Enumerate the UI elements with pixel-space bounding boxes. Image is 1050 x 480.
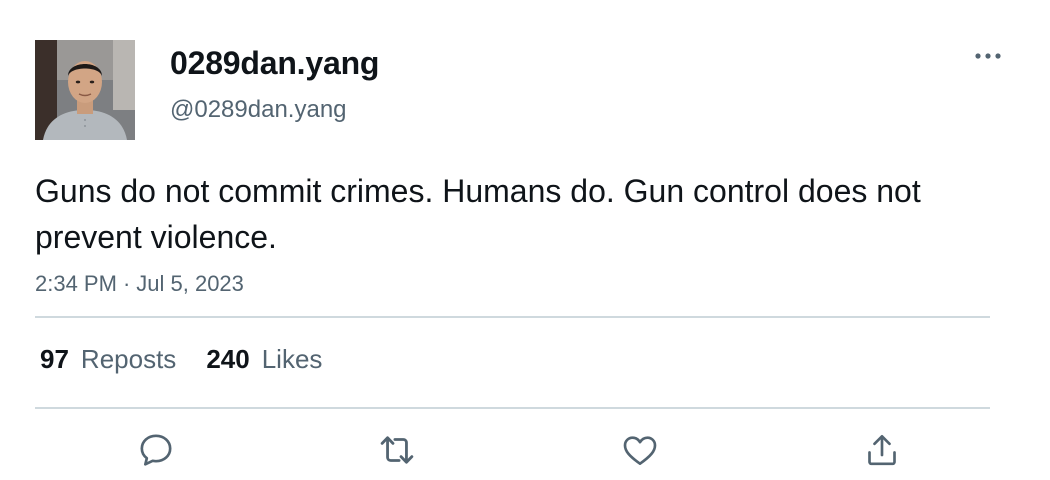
divider (35, 316, 990, 318)
engagement-stats: 97 Reposts 240 Likes (40, 342, 322, 376)
tweet-date: Jul 5, 2023 (136, 271, 244, 296)
timestamp-separator: · (122, 271, 131, 296)
reposts-stat[interactable]: 97 Reposts (40, 342, 176, 376)
display-name[interactable]: 0289dan.yang (170, 43, 379, 83)
reply-button[interactable] (134, 428, 178, 472)
like-button[interactable] (618, 428, 662, 472)
reposts-count: 97 (40, 344, 69, 374)
tweet-time: 2:34 PM (35, 271, 117, 296)
reposts-label: Reposts (80, 344, 177, 374)
likes-stat[interactable]: 240 Likes (206, 342, 322, 376)
repost-button[interactable] (375, 428, 419, 472)
tweet-card: 0289dan.yang @0289dan.yang Guns do not c… (0, 0, 1050, 480)
speech-bubble-icon (140, 434, 172, 466)
more-options-button[interactable] (968, 42, 1008, 70)
repost-arrows-icon (380, 436, 414, 464)
avatar[interactable] (35, 40, 135, 140)
heart-icon (623, 436, 657, 465)
share-upload-icon (868, 435, 896, 466)
more-dots-icon (975, 53, 1001, 59)
tweet-text: Guns do not commit crimes. Humans do. Gu… (35, 173, 921, 255)
user-handle[interactable]: @0289dan.yang (170, 95, 347, 125)
likes-count: 240 (206, 344, 250, 374)
share-button[interactable] (860, 428, 904, 472)
likes-label: Likes (261, 344, 323, 374)
tweet-timestamp[interactable]: 2:34 PM · Jul 5, 2023 (35, 270, 244, 298)
avatar-photo (35, 40, 135, 140)
divider (35, 407, 990, 409)
